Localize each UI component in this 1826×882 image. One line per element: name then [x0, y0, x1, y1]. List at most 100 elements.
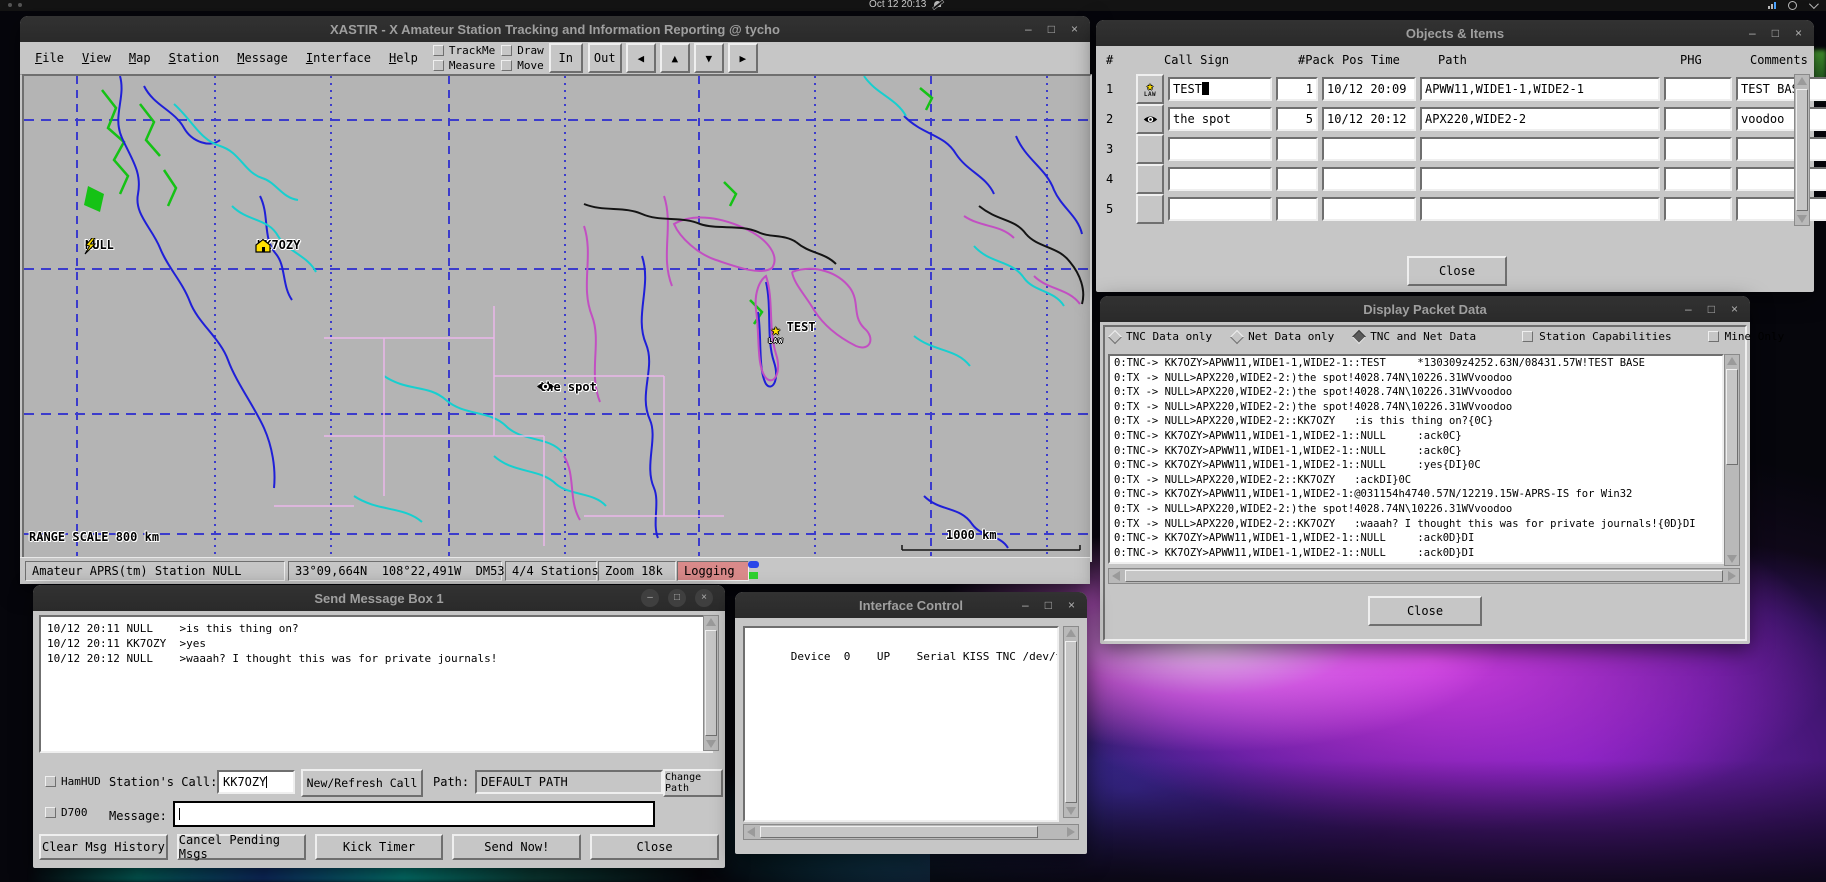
filter-mine-only[interactable]: Mine Only	[1708, 330, 1785, 343]
cell-path[interactable]	[1420, 197, 1660, 221]
hamhud-checkbox[interactable]: HamHUD	[45, 775, 101, 788]
table-row[interactable]: 5	[1100, 194, 1826, 224]
scroll-down-icon[interactable]	[1797, 215, 1807, 223]
path-field[interactable]: DEFAULT PATH	[475, 770, 663, 794]
zoom-in-button[interactable]: In	[549, 43, 583, 73]
table-row[interactable]: 2 the spot 5 10/12 20:12 APX220,WIDE2-2 …	[1100, 104, 1826, 134]
send-close-button[interactable]: Close	[590, 834, 719, 860]
minimize-button[interactable]: –	[641, 589, 659, 607]
cell-comments[interactable]: voodoo	[1736, 107, 1826, 131]
cell-call-sign[interactable]: the spot	[1168, 107, 1272, 131]
star-law-icon[interactable]: ★LAW	[1136, 74, 1164, 104]
minimize-button[interactable]: –	[1749, 27, 1756, 39]
table-row[interactable]: 4	[1100, 164, 1826, 194]
pan-right-button[interactable]: ▶	[728, 43, 758, 73]
cell-phg[interactable]	[1664, 197, 1732, 221]
packet-vertical-scrollbar[interactable]	[1724, 354, 1740, 566]
station-call-input[interactable]: KK7OZY	[217, 770, 295, 794]
scroll-up-icon[interactable]	[1797, 77, 1807, 85]
filter-tnc-data-only[interactable]: TNC Data only	[1110, 330, 1212, 343]
menu-view[interactable]: View	[73, 51, 120, 65]
kick-timer-button[interactable]: Kick Timer	[315, 834, 444, 860]
interface-vertical-scrollbar[interactable]	[1063, 626, 1079, 818]
map-canvas[interactable]: NULL KK7OZY ★ LAW TEST the spot	[22, 74, 1092, 562]
menu-help[interactable]: Help	[380, 51, 427, 65]
cell-path[interactable]	[1420, 167, 1660, 191]
objects-titlebar[interactable]: Objects & Items – □ ×	[1096, 20, 1814, 46]
d700-checkbox[interactable]: D700	[45, 806, 88, 819]
cell-pack[interactable]: 1	[1276, 77, 1318, 101]
scroll-left-icon[interactable]	[1112, 571, 1120, 581]
cell-call-sign[interactable]	[1168, 167, 1272, 191]
interface-device-list[interactable]: Device 0 UP Serial KISS TNC /dev/ttyACM1	[743, 626, 1059, 822]
cell-path[interactable]: APWW11,WIDE1-1,WIDE2-1	[1420, 77, 1660, 101]
scroll-left-icon[interactable]	[747, 827, 755, 837]
menu-message[interactable]: Message	[228, 51, 297, 65]
message-input[interactable]	[173, 801, 655, 827]
scroll-right-icon[interactable]	[1067, 827, 1075, 837]
close-button[interactable]: ×	[1731, 303, 1738, 315]
close-button[interactable]: ×	[1068, 599, 1075, 611]
maximize-button[interactable]: □	[668, 589, 686, 607]
packet-horizontal-scrollbar[interactable]	[1108, 568, 1740, 584]
scroll-up-icon[interactable]	[706, 618, 716, 626]
row-icon-button[interactable]	[1136, 194, 1164, 224]
filter-net-data-only[interactable]: Net Data only	[1232, 330, 1334, 343]
system-tray[interactable]	[1768, 1, 1816, 10]
maximize-button[interactable]: □	[1708, 303, 1715, 315]
pan-down-button[interactable]: ▼	[694, 43, 724, 73]
pan-left-button[interactable]: ◀	[626, 43, 656, 73]
table-row[interactable]: 3	[1100, 134, 1826, 164]
filter-tnc-and-net-data[interactable]: TNC and Net Data	[1354, 330, 1476, 343]
cell-pos-time[interactable]: 10/12 20:09	[1322, 77, 1416, 101]
cancel-pending-msgs-button[interactable]: Cancel Pending Msgs	[177, 834, 306, 860]
packet-text-area[interactable]: 0:TNC-> KK7OZY>APWW11,WIDE1-1,WIDE2-1::T…	[1108, 354, 1724, 564]
cell-comments[interactable]: TEST BASE	[1736, 77, 1826, 101]
cell-phg[interactable]	[1664, 137, 1732, 161]
xastir-titlebar[interactable]: XASTIR - X Amateur Station Tracking and …	[20, 16, 1090, 42]
maximize-button[interactable]: □	[1772, 27, 1779, 39]
row-icon-button[interactable]	[1136, 134, 1164, 164]
cell-path[interactable]	[1420, 137, 1660, 161]
scroll-up-icon[interactable]	[1727, 357, 1737, 365]
cell-pack[interactable]	[1276, 167, 1318, 191]
maximize-button[interactable]: □	[1045, 599, 1052, 611]
objects-close-button[interactable]: Close	[1407, 256, 1507, 286]
scroll-up-icon[interactable]	[1066, 629, 1076, 637]
cell-call-sign[interactable]	[1168, 137, 1272, 161]
menu-file[interactable]: File	[26, 51, 73, 65]
eye-icon[interactable]	[1136, 104, 1164, 134]
cell-comments[interactable]	[1736, 137, 1826, 161]
minimize-button[interactable]: –	[1022, 599, 1029, 611]
zoom-out-button[interactable]: Out	[588, 43, 622, 73]
interface-titlebar[interactable]: Interface Control – □ ×	[735, 592, 1087, 618]
pan-up-button[interactable]: ▲	[660, 43, 690, 73]
interface-horizontal-scrollbar[interactable]	[743, 824, 1079, 840]
history-vertical-scrollbar[interactable]	[703, 615, 719, 751]
packet-close-button[interactable]: Close	[1368, 596, 1482, 626]
trackme-checkbox[interactable]	[433, 45, 444, 56]
send-message-titlebar[interactable]: Send Message Box 1 – □ ×	[33, 585, 725, 611]
menu-interface[interactable]: Interface	[297, 51, 380, 65]
packet-titlebar[interactable]: Display Packet Data – □ ×	[1100, 296, 1750, 322]
move-checkbox[interactable]	[501, 60, 512, 71]
maximize-button[interactable]: □	[1048, 23, 1055, 35]
map-station-kk7ozy[interactable]: KK7OZY	[254, 238, 300, 252]
cell-pack[interactable]	[1276, 137, 1318, 161]
cell-phg[interactable]	[1664, 107, 1732, 131]
cell-phg[interactable]	[1664, 77, 1732, 101]
cell-pos-time[interactable]	[1322, 167, 1416, 191]
map-station-the-spot[interactable]: the spot	[536, 380, 597, 394]
close-button[interactable]: ×	[1071, 23, 1078, 35]
cell-pack[interactable]	[1276, 197, 1318, 221]
change-path-button[interactable]: Change Path	[663, 769, 723, 797]
panel-clock[interactable]: Oct 12 20:13	[869, 0, 942, 10]
measure-checkbox[interactable]	[433, 60, 444, 71]
clear-msg-history-button[interactable]: Clear Msg History	[39, 834, 168, 860]
scroll-down-icon[interactable]	[706, 740, 716, 748]
cell-pack[interactable]: 5	[1276, 107, 1318, 131]
menu-map[interactable]: Map	[120, 51, 160, 65]
scroll-down-icon[interactable]	[1066, 807, 1076, 815]
scroll-right-icon[interactable]	[1728, 571, 1736, 581]
menu-station[interactable]: Station	[160, 51, 229, 65]
